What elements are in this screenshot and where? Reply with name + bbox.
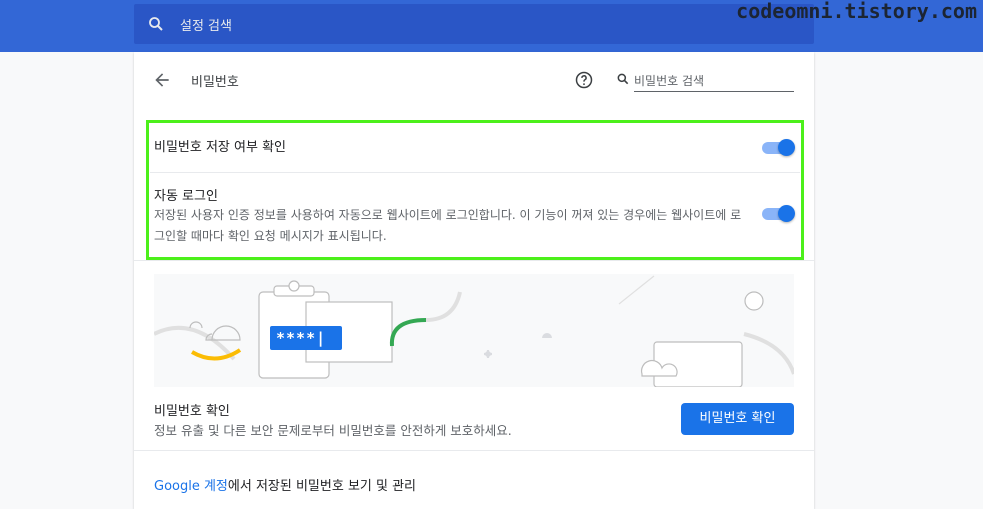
page-title: 비밀번호 bbox=[191, 75, 239, 90]
auto-signin-toggle[interactable] bbox=[762, 205, 795, 223]
password-search-input[interactable]: 비밀번호 검색 bbox=[634, 69, 794, 92]
password-check-illustration: ****| bbox=[154, 274, 794, 387]
auto-signin-description: 저장된 사용자 인증 정보를 사용하여 자동으로 웹사이트에 로그인합니다. 이… bbox=[154, 208, 742, 243]
google-account-footer: Google 계정에서 저장된 비밀번호 보기 및 관리 bbox=[154, 475, 416, 494]
toggle-knob bbox=[778, 139, 795, 156]
divider bbox=[150, 172, 800, 173]
check-passwords-title: 비밀번호 확인 bbox=[154, 404, 230, 419]
auto-signin-label: 자동 로그인 bbox=[154, 189, 218, 204]
divider bbox=[134, 260, 814, 261]
search-icon bbox=[149, 17, 163, 31]
back-arrow-icon[interactable] bbox=[152, 70, 172, 90]
password-search[interactable]: 비밀번호 검색 bbox=[614, 69, 794, 93]
help-icon[interactable] bbox=[574, 70, 594, 90]
google-account-link[interactable]: Google 계정 bbox=[154, 479, 228, 494]
footer-text: 에서 저장된 비밀번호 보기 및 관리 bbox=[227, 479, 417, 494]
settings-search-box[interactable]: 설정 검색 bbox=[134, 4, 814, 44]
passwords-card: 비밀번호 비밀번호 검색 비밀번호 저장 여부 확인 자동 로그인 저장된 사용… bbox=[134, 52, 814, 509]
check-passwords-description: 정보 유출 및 다른 보안 문제로부터 비밀번호를 안전하게 보호하세요. bbox=[154, 423, 512, 438]
toggle-knob bbox=[778, 205, 795, 222]
check-passwords-button[interactable]: 비밀번호 확인 bbox=[681, 403, 794, 435]
watermark: codeomni.tistory.com bbox=[736, 0, 977, 23]
offer-to-save-toggle[interactable] bbox=[762, 139, 795, 157]
top-toolbar: 설정 검색 codeomni.tistory.com bbox=[0, 0, 983, 52]
divider bbox=[134, 450, 814, 451]
password-field-graphic: ****| bbox=[270, 326, 342, 350]
offer-to-save-label: 비밀번호 저장 여부 확인 bbox=[154, 140, 286, 155]
page-header: 비밀번호 비밀번호 검색 bbox=[134, 52, 814, 108]
search-icon bbox=[617, 73, 629, 85]
settings-search-input[interactable]: 설정 검색 bbox=[180, 15, 232, 34]
illustration-graphic bbox=[154, 275, 794, 387]
